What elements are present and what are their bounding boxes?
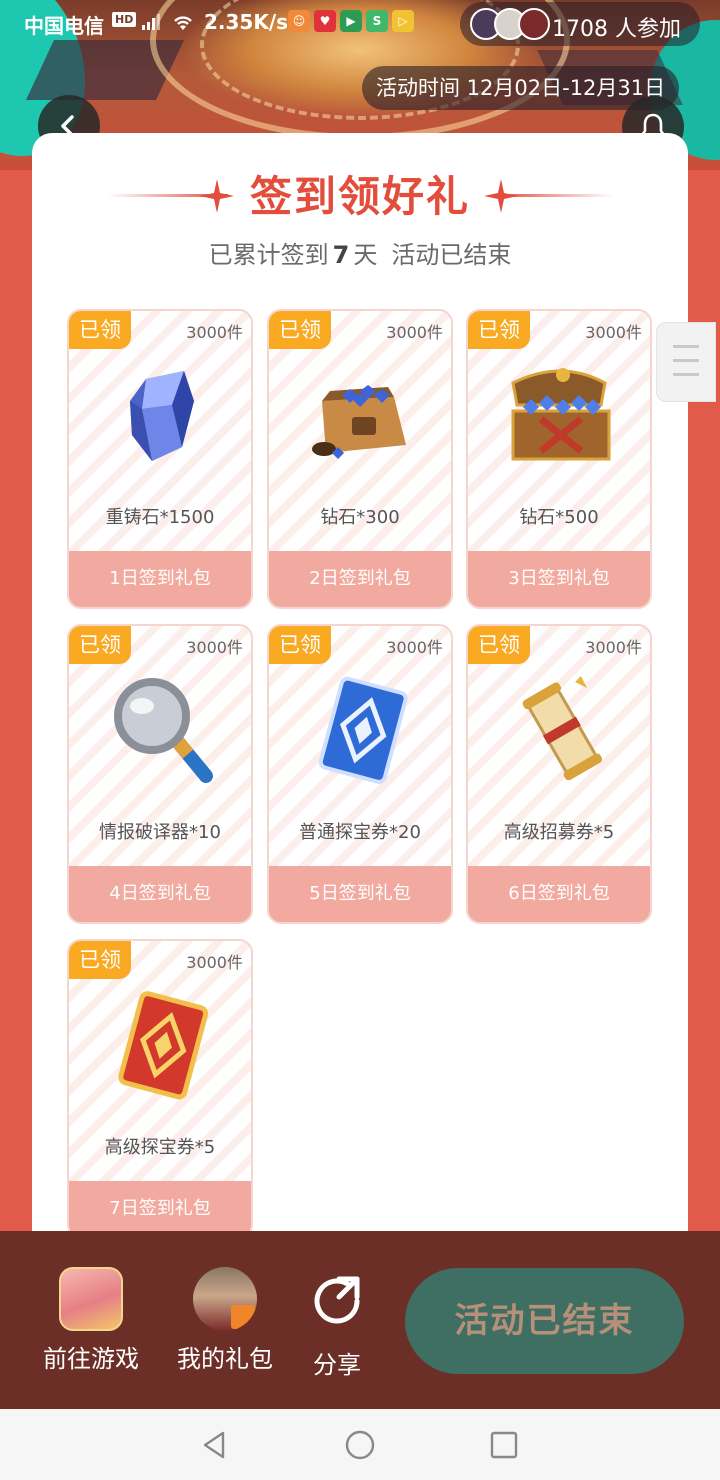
- avatar: [518, 8, 550, 40]
- claimed-badge: 已领: [69, 311, 131, 349]
- share-icon: [314, 1276, 360, 1324]
- claimed-badge: 已领: [468, 626, 530, 664]
- my-gifts-label: 我的礼包: [177, 1345, 273, 1373]
- gift-box-icon: [231, 1305, 255, 1329]
- play-app-icon: ▶: [340, 10, 362, 32]
- recents-square-icon[interactable]: [488, 1429, 520, 1461]
- gift-card-day5[interactable]: 已领 3000件 普通探宝券*20 5日签到礼包: [267, 624, 453, 924]
- system-navigation-bar: [0, 1409, 720, 1480]
- wifi-icon: [174, 16, 192, 30]
- gift-name: 钻石*500: [519, 507, 599, 528]
- share-label: 分享: [313, 1351, 361, 1379]
- hd-badge: HD: [112, 12, 137, 27]
- crystal-stone-icon: [130, 371, 194, 461]
- activity-status: 活动已结束: [391, 241, 512, 269]
- gift-day-label: 1日签到礼包: [69, 551, 251, 607]
- gift-card-day1[interactable]: 已领 3000件 重铸石*1500 1日签到礼包: [67, 309, 253, 609]
- gift-name: 钻石*300: [320, 507, 400, 528]
- claimed-badge: 已领: [69, 626, 131, 664]
- home-circle-icon[interactable]: [344, 1429, 376, 1461]
- signed-unit: 天: [353, 241, 378, 269]
- goto-game-label: 前往游戏: [43, 1345, 139, 1373]
- bottom-action-bar: 前往游戏 我的礼包 分享 活动已结束: [0, 1231, 720, 1409]
- network-speed: 2.35K/s: [204, 10, 289, 34]
- gift-name: 情报破译器*10: [99, 822, 221, 843]
- my-gifts-button[interactable]: 我的礼包: [170, 1267, 280, 1374]
- signin-card: 签到领好礼 已累计签到 7 天活动已结束 已领 3000件 重铸石*1500 1日签…: [32, 133, 688, 1231]
- activity-ended-button[interactable]: 活动已结束: [405, 1268, 684, 1374]
- share-button[interactable]: 分享: [302, 1267, 372, 1380]
- notification-icons: ☺ ♥ ▶ S ▷: [288, 10, 414, 32]
- magnifier-icon: [114, 678, 213, 783]
- gift-day-label: 7日签到礼包: [69, 1181, 251, 1231]
- card-title-row: 签到领好礼: [32, 167, 688, 227]
- gift-quantity: 3000件: [585, 638, 642, 657]
- diamond-chest-icon: [511, 368, 611, 461]
- gift-card-day4[interactable]: 已领 3000件 情报破译器*10 4日签到礼包: [67, 624, 253, 924]
- app-notification-icon: ☺: [288, 10, 310, 32]
- signed-prefix: 已累计签到: [208, 241, 329, 269]
- gift-name: 高级探宝券*5: [104, 1137, 216, 1158]
- gift-quantity: 3000件: [186, 323, 243, 342]
- video-app-icon: ▷: [392, 10, 414, 32]
- card-title: 签到领好礼: [249, 172, 470, 221]
- gift-quantity: 3000件: [386, 638, 443, 657]
- gift-name: 高级招募券*5: [503, 822, 615, 843]
- gift-card-day2[interactable]: 已领 3000件 钻石*300 2日签到礼包: [267, 309, 453, 609]
- participants-pill: 1708 人参加: [460, 2, 700, 46]
- goto-game-button[interactable]: 前往游戏: [36, 1267, 146, 1374]
- signed-days: 7: [332, 241, 350, 269]
- gift-day-label: 2日签到礼包: [269, 551, 451, 607]
- claimed-badge: 已领: [468, 311, 530, 349]
- gift-card-day3[interactable]: 已领 3000件 钻石*500 3日签到礼包: [466, 309, 652, 609]
- back-triangle-icon[interactable]: [199, 1429, 231, 1461]
- gift-name: 普通探宝券*20: [299, 822, 421, 843]
- claimed-badge: 已领: [269, 311, 331, 349]
- scroll-icon: [522, 676, 603, 781]
- red-card-icon: [118, 991, 209, 1100]
- carrier-label: 中国电信: [24, 14, 104, 38]
- game-avatar-icon: [59, 1267, 123, 1331]
- gift-quantity: 3000件: [186, 953, 243, 972]
- side-drawer-handle[interactable]: [656, 322, 716, 402]
- gift-quantity: 3000件: [186, 638, 243, 657]
- claimed-badge: 已领: [269, 626, 331, 664]
- gift-day-label: 3日签到礼包: [468, 551, 650, 607]
- gift-day-label: 4日签到礼包: [69, 866, 251, 922]
- gift-card-day7[interactable]: 已领 3000件 高级探宝券*5 7日签到礼包: [67, 939, 253, 1231]
- diamond-bag-icon: [312, 385, 406, 459]
- gift-card-day6[interactable]: 已领 3000件 高级招募券*5 6日签到礼包: [466, 624, 652, 924]
- green-app-icon: S: [366, 10, 388, 32]
- gift-avatar-icon: [193, 1267, 257, 1331]
- blue-card-icon: [318, 676, 408, 784]
- signin-summary: 已累计签到 7 天活动已结束: [32, 235, 688, 270]
- gift-day-label: 5日签到礼包: [269, 866, 451, 922]
- signal-icon: [142, 14, 160, 30]
- heart-app-icon: ♥: [314, 10, 336, 32]
- gift-day-label: 6日签到礼包: [468, 866, 650, 922]
- gift-quantity: 3000件: [386, 323, 443, 342]
- participant-count: 1708 人参加: [552, 17, 681, 42]
- claimed-badge: 已领: [69, 941, 131, 979]
- gift-name: 重铸石*1500: [105, 507, 215, 528]
- gift-quantity: 3000件: [585, 323, 642, 342]
